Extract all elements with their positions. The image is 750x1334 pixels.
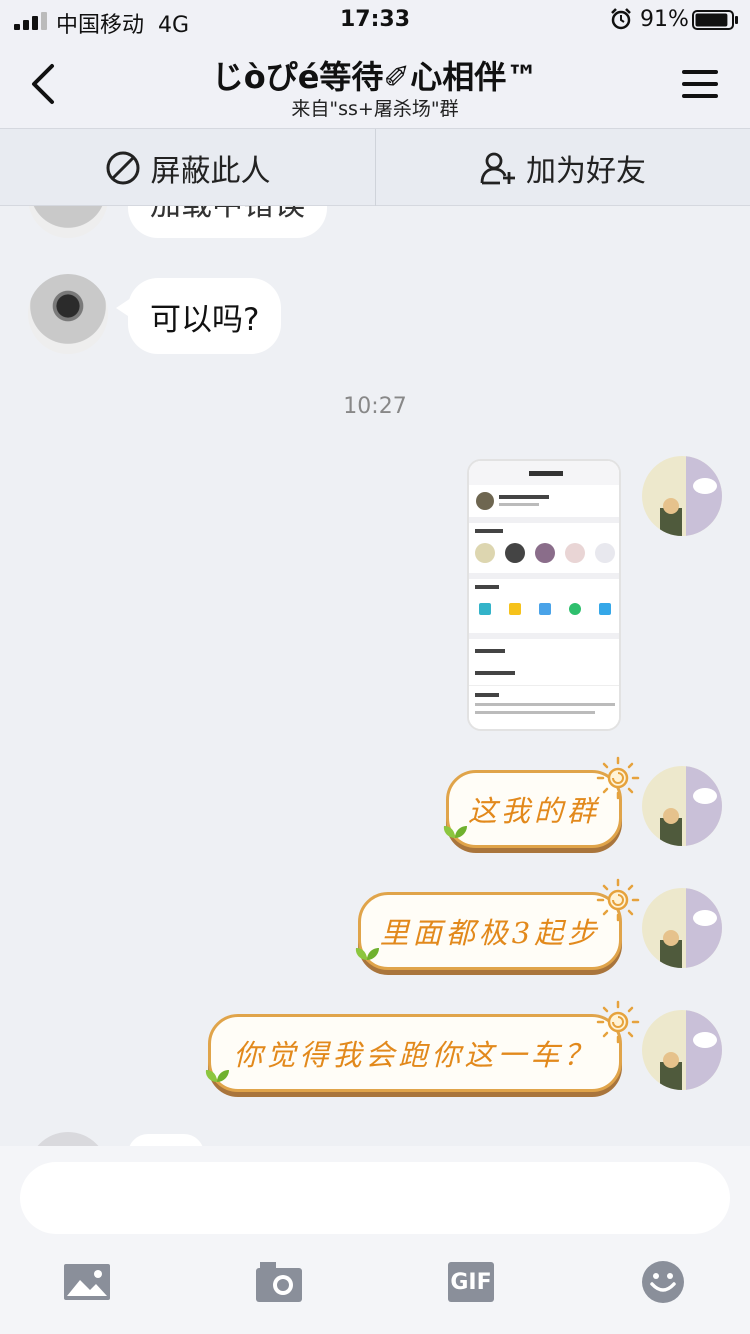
gif-label: GIF <box>450 1269 492 1295</box>
message-bubble[interactable]: 里面都极3起步 <box>358 892 622 970</box>
input-area: GIF <box>0 1146 750 1334</box>
avatar-image <box>642 766 722 846</box>
add-friend-icon <box>480 152 515 184</box>
avatar[interactable] <box>642 766 722 846</box>
message-bubble-partial[interactable] <box>128 1134 204 1146</box>
message-text: 可以吗? <box>150 301 260 338</box>
avatar[interactable] <box>28 1132 108 1146</box>
image-message[interactable] <box>467 459 621 731</box>
block-user-label: 屏蔽此人 <box>150 153 271 189</box>
action-bar: 屏蔽此人 加为好友 <box>0 128 750 206</box>
avatar[interactable] <box>642 888 722 968</box>
message-text: 这我的群 <box>467 794 600 828</box>
message-bubble[interactable]: 可以吗? <box>128 278 282 354</box>
battery-percent: 91% <box>640 7 689 32</box>
message-input[interactable] <box>20 1162 730 1234</box>
message-text: 加载中错误 <box>150 206 305 224</box>
add-friend-label: 加为好友 <box>526 153 646 189</box>
avatar-image <box>642 456 722 536</box>
nav-bar: じòぴé等待✐心相伴™ 来自"ss+屠杀场"群 <box>0 40 750 128</box>
leaf-decoration-icon <box>205 1070 229 1082</box>
avatar[interactable] <box>28 274 108 354</box>
message-text: 里面都极3起步 <box>379 916 601 950</box>
sun-decoration-icon <box>596 878 640 922</box>
avatar[interactable] <box>642 1010 722 1090</box>
chat-subtitle: 来自"ss+屠杀场"群 <box>291 98 459 120</box>
alarm-icon <box>611 8 631 30</box>
menu-icon[interactable] <box>682 68 718 100</box>
screenshot-thumbnail <box>469 461 619 729</box>
leaf-decoration-icon <box>355 948 379 960</box>
sun-decoration-icon <box>596 1000 640 1044</box>
block-user-button[interactable]: 屏蔽此人 <box>0 129 375 206</box>
leaf-decoration-icon <box>443 826 467 838</box>
chat-area[interactable]: 加载中错误 可以吗? 10:27 <box>0 206 750 1146</box>
block-icon <box>106 151 139 184</box>
avatar[interactable] <box>28 206 108 238</box>
message-bubble[interactable]: 你觉得我会跑你这一车？ <box>208 1014 622 1092</box>
camera-icon[interactable] <box>256 1262 302 1302</box>
clock: 17:33 <box>339 7 411 32</box>
message-text: 你觉得我会跑你这一车？ <box>233 1038 597 1072</box>
emoji-icon[interactable] <box>641 1260 685 1304</box>
status-bar: 中国移动 4G 17:33 91% <box>0 0 750 40</box>
message-timestamp: 10:27 <box>343 394 407 419</box>
avatar-image <box>642 1010 722 1090</box>
add-friend-button[interactable]: 加为好友 <box>376 129 750 206</box>
image-icon[interactable] <box>64 1262 110 1302</box>
sun-decoration-icon <box>596 756 640 800</box>
avatar[interactable] <box>642 456 722 536</box>
back-icon[interactable] <box>28 62 58 106</box>
battery-icon <box>692 10 738 30</box>
gif-button[interactable]: GIF <box>448 1262 494 1302</box>
message-bubble-partial[interactable]: 加载中错误 <box>128 206 327 238</box>
avatar-image <box>642 888 722 968</box>
chat-title: じòぴé等待✐心相伴™ <box>211 58 539 96</box>
